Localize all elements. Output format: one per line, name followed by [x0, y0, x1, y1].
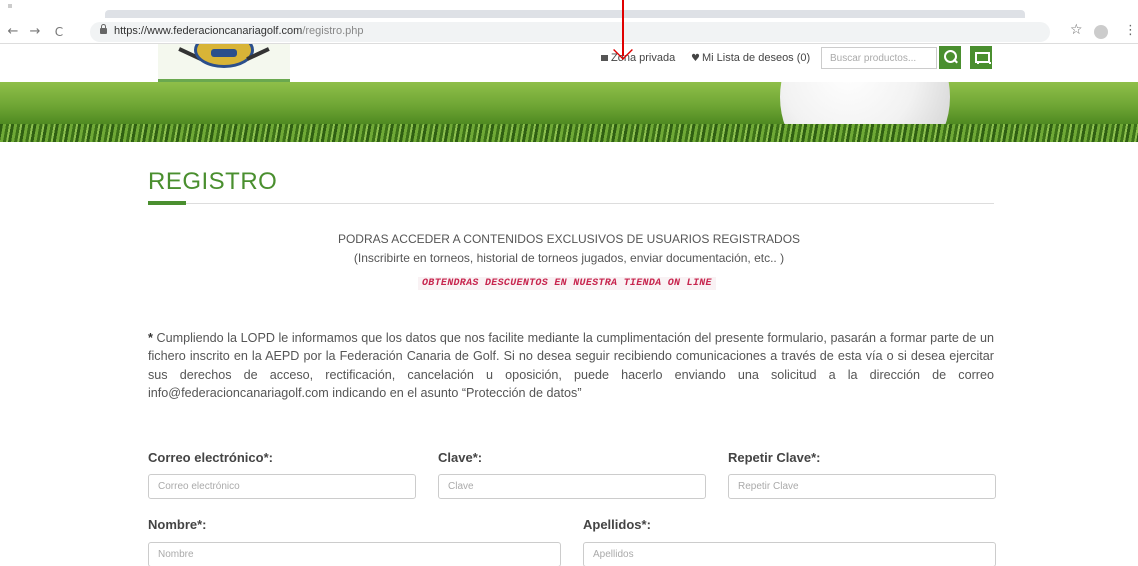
heart-icon: ♥	[691, 53, 700, 64]
url-text: https://www.federacioncanariagolf.com/re…	[114, 25, 363, 37]
email-label: Correo electrónico*:	[148, 450, 273, 465]
intro-subtext: (Inscribirte en torneos, historial de to…	[353, 251, 785, 265]
page-title: REGISTRO	[148, 168, 278, 195]
title-accent-bar	[148, 201, 186, 205]
password-field[interactable]	[438, 474, 706, 499]
search-input[interactable]	[821, 47, 937, 69]
bookmark-star-icon[interactable]: ☆	[1070, 22, 1083, 38]
window-dot	[8, 4, 12, 8]
search-button[interactable]	[939, 46, 961, 69]
browser-tabstrip	[0, 0, 1138, 20]
zona-privada-link[interactable]: Zona privada	[601, 52, 675, 64]
name-label: Nombre*:	[148, 517, 207, 532]
lock-icon	[100, 24, 107, 34]
browser-menu-icon[interactable]: ⋮	[1124, 23, 1137, 38]
cart-button[interactable]	[970, 46, 992, 69]
golf-banner	[0, 82, 1138, 142]
intro-heading: PODRAS ACCEDER A CONTENIDOS EXCLUSIVOS D…	[337, 232, 801, 246]
site-logo[interactable]	[158, 44, 290, 82]
name-field[interactable]	[148, 542, 561, 566]
wishlist-label: Mi Lista de deseos (0)	[701, 52, 811, 64]
profile-icon[interactable]	[1094, 25, 1108, 39]
reload-icon[interactable]: C	[50, 23, 68, 41]
federation-emblem	[194, 44, 254, 68]
lock-icon	[601, 55, 608, 61]
surname-label: Apellidos*:	[583, 517, 651, 532]
forward-icon[interactable]: →	[26, 23, 44, 41]
surname-field[interactable]	[583, 542, 996, 566]
url-field[interactable]: https://www.federacioncanariagolf.com/re…	[90, 22, 1050, 42]
url-path: /registro.php	[302, 25, 364, 37]
back-icon[interactable]: ←	[4, 23, 22, 41]
password-label: Clave*:	[438, 450, 483, 465]
lopd-notice: * Cumpliendo la LOPD le informamos que l…	[148, 329, 994, 402]
url-domain: https://www.federacioncanariagolf.com	[114, 25, 303, 37]
repeat-password-label: Repetir Clave*:	[728, 450, 821, 465]
repeat-password-field[interactable]	[728, 474, 996, 499]
title-divider	[148, 203, 994, 204]
address-bar: ← → C https://www.federacioncanariagolf.…	[0, 20, 1138, 44]
lopd-text: Cumpliendo la LOPD le informamos que los…	[148, 331, 994, 400]
wishlist-link[interactable]: ♥ Mi Lista de deseos (0)	[691, 52, 810, 64]
golf-ball-image	[780, 82, 950, 142]
browser-tab[interactable]	[105, 10, 1025, 18]
promo-text: OBTENDRAS DESCUENTOS EN NUESTRA TIENDA O…	[418, 277, 716, 290]
email-field[interactable]	[148, 474, 416, 499]
